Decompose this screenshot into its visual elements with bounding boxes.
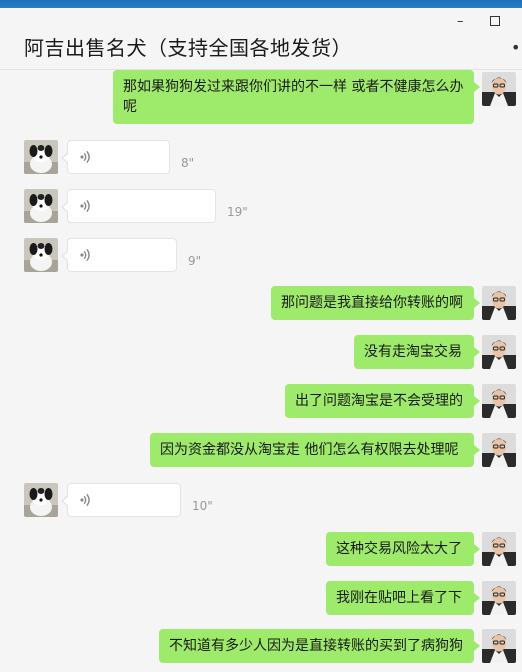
- user-avatar[interactable]: [482, 72, 516, 106]
- voice-duration: 10": [192, 499, 213, 513]
- voice-duration: 19": [227, 205, 248, 219]
- user-avatar[interactable]: [482, 384, 516, 418]
- voice-wave-icon: [78, 198, 94, 214]
- text-bubble[interactable]: 这种交易风险太大了: [326, 532, 480, 566]
- voice-duration: 8": [181, 156, 195, 170]
- voice-message-bubble[interactable]: [61, 238, 177, 272]
- voice-wave-icon: [78, 492, 94, 508]
- dog-avatar[interactable]: [24, 238, 58, 272]
- text-bubble[interactable]: 那问题是我直接给你转账的啊: [271, 286, 480, 320]
- text-bubble[interactable]: 那如果狗狗发过来跟你们讲的不一样 或者不健康怎么办呢: [113, 70, 480, 124]
- voice-wave-icon: [78, 149, 94, 165]
- chat-title: 阿吉出售名犬（支持全国各地发货）: [24, 36, 352, 60]
- maximize-button[interactable]: [490, 16, 500, 26]
- window-top-bar: [0, 0, 522, 8]
- text-bubble[interactable]: 出了问题淘宝是不会受理的: [285, 384, 480, 418]
- user-avatar[interactable]: [482, 532, 516, 566]
- voice-message-bubble[interactable]: [61, 140, 170, 174]
- voice-wave-icon: [78, 247, 94, 263]
- more-options-icon[interactable]: •••: [511, 38, 522, 57]
- dog-avatar[interactable]: [24, 140, 58, 174]
- user-avatar[interactable]: [482, 286, 516, 320]
- text-bubble[interactable]: 因为资金都没从淘宝走 他们怎么有权限去处理呢: [150, 433, 480, 467]
- voice-duration: 9": [188, 254, 202, 268]
- user-avatar[interactable]: [482, 433, 516, 467]
- chat-header: 阿吉出售名犬（支持全国各地发货） – •••: [0, 8, 522, 70]
- minimize-button[interactable]: –: [457, 14, 464, 29]
- voice-message-bubble[interactable]: [61, 483, 181, 517]
- user-avatar[interactable]: [482, 335, 516, 369]
- text-bubble[interactable]: 没有走淘宝交易: [354, 335, 480, 369]
- dog-avatar[interactable]: [24, 189, 58, 223]
- user-avatar[interactable]: [482, 629, 516, 663]
- text-bubble[interactable]: 我刚在贴吧上看了下: [326, 581, 480, 615]
- voice-message-bubble[interactable]: [61, 189, 216, 223]
- user-avatar[interactable]: [482, 581, 516, 615]
- dog-avatar[interactable]: [24, 483, 58, 517]
- text-bubble[interactable]: 不知道有多少人因为是直接转账的买到了病狗狗: [159, 629, 480, 663]
